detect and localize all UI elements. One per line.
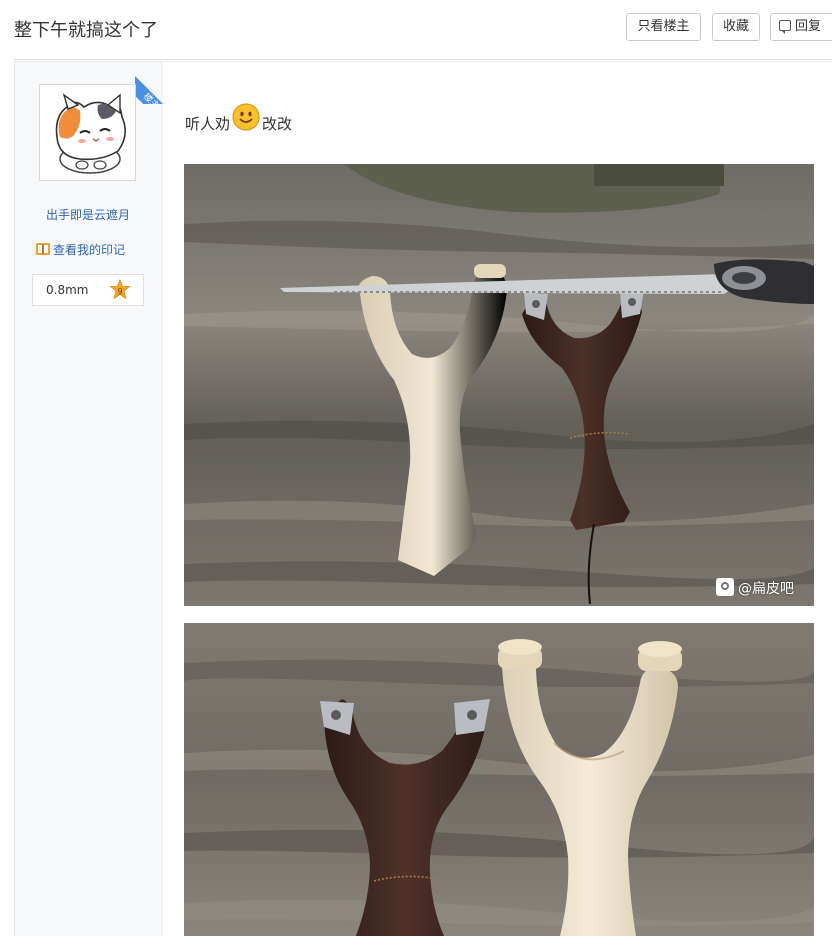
- reply-label: 回复: [795, 19, 822, 34]
- post-photo-closeup[interactable]: [184, 623, 814, 936]
- reply-icon: [779, 20, 791, 34]
- post-header: 整下午就搞这个了 只看楼主 收藏 回复: [0, 0, 832, 58]
- post-text-before: 听人劝: [185, 115, 231, 133]
- book-icon: [36, 243, 50, 255]
- level-number: 9: [117, 287, 122, 296]
- avatar[interactable]: [39, 84, 136, 181]
- header-divider: [14, 59, 832, 60]
- louzhu-badge-label: 楼主: [135, 72, 177, 104]
- watermark-text: @扁皮吧: [738, 581, 794, 597]
- smile-emoji-icon: [232, 103, 260, 131]
- reply-button[interactable]: 回复: [770, 13, 832, 41]
- tieba-icon: [716, 578, 734, 596]
- level-text: 0.8mm: [46, 283, 89, 297]
- louzhu-badge: 楼主: [135, 62, 177, 104]
- yinji-label: 查看我的印记: [53, 243, 126, 257]
- level-badge[interactable]: 0.8mm 9: [32, 274, 144, 306]
- photo-watermark: @扁皮吧: [716, 578, 794, 598]
- post-text: 听人劝 改改: [185, 102, 292, 134]
- thread-title: 整下午就搞这个了: [14, 20, 158, 41]
- cat-avatar-icon: [55, 93, 126, 174]
- yinji-link[interactable]: 查看我的印记: [35, 241, 125, 258]
- post-text-after: 改改: [262, 115, 293, 133]
- post-photo-slingshots[interactable]: [184, 164, 814, 606]
- favorite-button[interactable]: 收藏: [712, 13, 760, 41]
- only-op-button[interactable]: 只看楼主: [626, 13, 701, 41]
- username-link[interactable]: 出手即是云遮月: [15, 206, 161, 223]
- level-star-icon: 9: [109, 279, 131, 300]
- author-sidebar: 楼主 出手即是云遮月 查看我的印记 0.8mm 9: [14, 62, 177, 936]
